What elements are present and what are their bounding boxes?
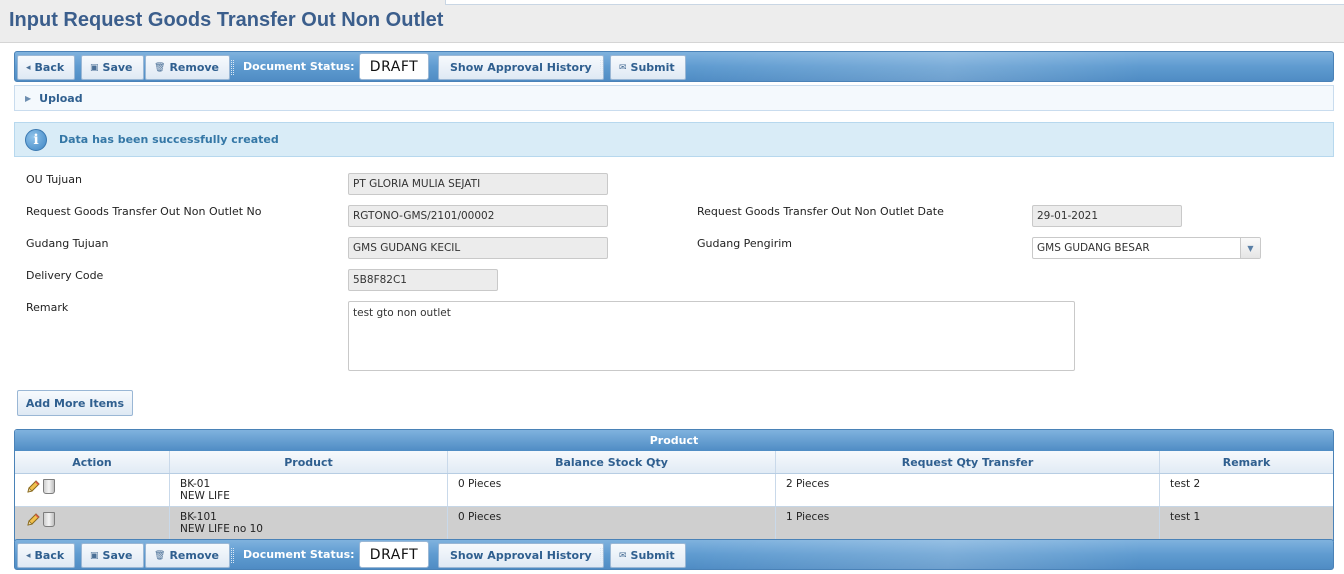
- envelope-icon: ✉: [619, 550, 627, 561]
- page-title: Input Request Goods Transfer Out Non Out…: [9, 9, 444, 31]
- request-no-label: Request Goods Transfer Out Non Outlet No: [26, 205, 262, 218]
- submit-button[interactable]: ✉ Submit: [610, 55, 686, 80]
- request-date-label: Request Goods Transfer Out Non Outlet Da…: [697, 205, 944, 218]
- top-toolbar: ◂ Back ▣ Save 🗑 Remove Document Status: …: [14, 51, 1334, 82]
- upload-panel-toggle[interactable]: ▶ Upload: [14, 85, 1334, 111]
- remove-button[interactable]: 🗑 Remove: [145, 543, 231, 568]
- toolbar-separator: [231, 60, 234, 75]
- column-header-action[interactable]: Action: [15, 451, 170, 473]
- gudang-tujuan-field[interactable]: GMS GUDANG KECIL: [348, 237, 608, 259]
- balance-cell: 0 Pieces: [448, 507, 776, 539]
- trash-delete-icon[interactable]: [43, 479, 55, 494]
- document-status-label: Document Status:: [243, 548, 355, 561]
- show-approval-history-button[interactable]: Show Approval History: [438, 55, 604, 80]
- product-grid: Product Action Product Balance Stock Qty…: [14, 429, 1334, 541]
- product-cell: BK-01 NEW LIFE: [170, 474, 448, 506]
- request-qty-cell: 1 Pieces: [776, 507, 1160, 539]
- floppy-icon: ▣: [90, 550, 99, 561]
- gudang-pengirim-label: Gudang Pengirim: [697, 237, 792, 250]
- toolbar-separator: [231, 548, 234, 563]
- trash-delete-icon[interactable]: [43, 512, 55, 527]
- trash-icon: 🗑: [154, 550, 166, 561]
- row-actions: [15, 507, 170, 539]
- request-date-field[interactable]: 29-01-2021: [1032, 205, 1182, 227]
- header-line: [445, 0, 1344, 5]
- save-button[interactable]: ▣ Save: [81, 55, 144, 80]
- delivery-code-label: Delivery Code: [26, 269, 104, 282]
- request-qty-cell: 2 Pieces: [776, 474, 1160, 506]
- gudang-pengirim-select[interactable]: GMS GUDANG BESAR ▼: [1032, 237, 1261, 259]
- envelope-icon: ✉: [619, 62, 627, 73]
- page-header: Input Request Goods Transfer Out Non Out…: [0, 0, 1344, 43]
- back-button[interactable]: ◂ Back: [17, 55, 76, 80]
- submit-button[interactable]: ✉ Submit: [610, 543, 686, 568]
- add-more-items-button[interactable]: Add More Items: [17, 390, 133, 416]
- product-cell: BK-101 NEW LIFE no 10: [170, 507, 448, 539]
- document-status-label: Document Status:: [243, 60, 355, 73]
- pencil-edit-icon[interactable]: [25, 479, 41, 495]
- remark-cell: test 2: [1170, 478, 1201, 490]
- ou-tujuan-label: OU Tujuan: [26, 173, 82, 186]
- request-no-field[interactable]: RGTONO-GMS/2101/00002: [348, 205, 608, 227]
- chevron-down-icon[interactable]: ▼: [1240, 238, 1260, 258]
- column-header-remark[interactable]: Remark: [1160, 451, 1333, 473]
- chevron-right-icon: ▶: [25, 93, 32, 103]
- column-header-request-qty[interactable]: Request Qty Transfer: [776, 451, 1160, 473]
- arrow-left-icon: ◂: [26, 62, 31, 73]
- save-button[interactable]: ▣ Save: [81, 543, 144, 568]
- document-status-value: DRAFT: [359, 541, 429, 568]
- remark-cell: test 1: [1170, 511, 1201, 523]
- grid-header: Action Product Balance Stock Qty Request…: [15, 451, 1333, 474]
- toolbar-separator: [600, 60, 603, 75]
- floppy-icon: ▣: [90, 62, 99, 73]
- show-approval-history-button[interactable]: Show Approval History: [438, 543, 604, 568]
- back-button[interactable]: ◂ Back: [17, 543, 76, 568]
- remark-textarea[interactable]: test gto non outlet: [348, 301, 1075, 371]
- arrow-left-icon: ◂: [26, 550, 31, 561]
- success-message: i Data has been successfully created: [14, 122, 1334, 157]
- table-row[interactable]: BK-01 NEW LIFE 0 Pieces 2 Pieces test 2: [15, 474, 1333, 507]
- grid-title: Product: [15, 430, 1333, 451]
- bottom-toolbar: ◂ Back ▣ Save 🗑 Remove Document Status: …: [14, 539, 1334, 570]
- info-icon: i: [25, 128, 47, 151]
- ou-tujuan-field[interactable]: PT GLORIA MULIA SEJATI: [348, 173, 608, 195]
- toolbar-separator: [600, 548, 603, 563]
- document-status-value: DRAFT: [359, 53, 429, 80]
- balance-cell: 0 Pieces: [448, 474, 776, 506]
- remark-label: Remark: [26, 301, 69, 314]
- remove-button[interactable]: 🗑 Remove: [145, 55, 231, 80]
- pencil-edit-icon[interactable]: [25, 512, 41, 528]
- trash-icon: 🗑: [154, 62, 166, 73]
- row-actions: [15, 474, 170, 506]
- gudang-tujuan-label: Gudang Tujuan: [26, 237, 109, 250]
- delivery-code-field[interactable]: 5B8F82C1: [348, 269, 498, 291]
- table-row[interactable]: BK-101 NEW LIFE no 10 0 Pieces 1 Pieces …: [15, 507, 1333, 540]
- column-header-product[interactable]: Product: [170, 451, 448, 473]
- column-header-balance[interactable]: Balance Stock Qty: [448, 451, 776, 473]
